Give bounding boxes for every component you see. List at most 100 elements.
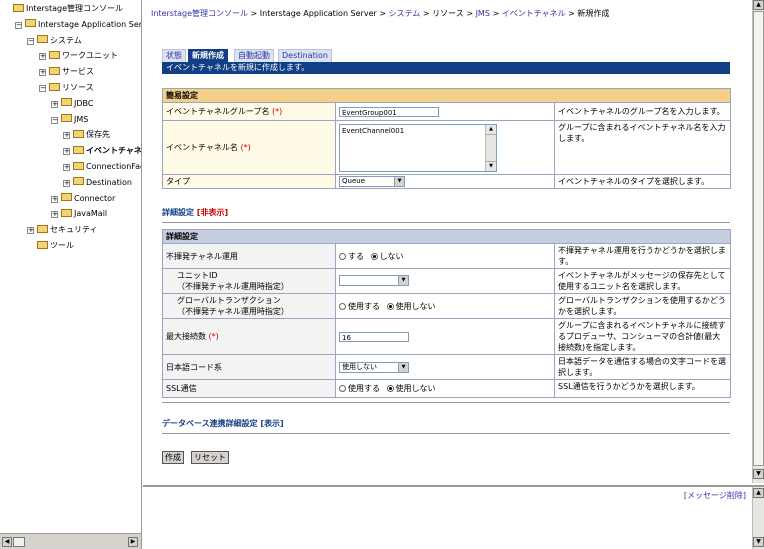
scroll-up-icon[interactable]: ▲	[753, 0, 764, 10]
breadcrumb-system[interactable]: システム	[389, 9, 421, 18]
global-transaction-label: グローバルトランザクション （不揮発チャネル運用時指定）	[162, 293, 336, 319]
tree-node[interactable]: Connector	[61, 193, 115, 205]
expand-icon[interactable]: +	[51, 100, 58, 108]
folder-icon	[37, 240, 48, 249]
folder-icon	[73, 145, 84, 154]
tree-node[interactable]: ワークユニット	[49, 50, 118, 62]
tab-status[interactable]: 状態	[162, 49, 186, 62]
tree-node[interactable]: 保存先	[73, 129, 110, 141]
tree-node[interactable]: サービス	[49, 66, 94, 78]
max-connections-input[interactable]: 16	[339, 331, 409, 342]
global-transaction-help: グローバルトランザクションを使用するかどうかを選択します。	[554, 293, 731, 319]
tree-node-label: リソース	[62, 83, 94, 92]
create-button[interactable]: 作成	[162, 451, 184, 464]
tree-node[interactable]: Destination	[73, 177, 132, 189]
tree-node-label: システム	[50, 35, 82, 45]
tree-node[interactable]: JMS	[61, 114, 88, 126]
max-connections-help: グループに含まれるイベントチャネルに接続するプロデューサ、コンシューマの合計値(…	[554, 318, 731, 355]
channel-name-textarea[interactable]: EventChannel001 ▲ ▼	[339, 123, 497, 172]
tree-node-label: JavaMail	[74, 209, 108, 219]
scroll-up-icon[interactable]: ▲	[486, 125, 496, 135]
folder-icon	[25, 19, 36, 28]
collapse-icon[interactable]: −	[15, 21, 22, 29]
max-connections-label: 最大接続数 (*)	[162, 318, 336, 355]
jcode-help: 日本語データを通信する場合の文字コードを選択します。	[554, 354, 731, 380]
expand-icon[interactable]: +	[51, 211, 58, 219]
volatile-no-radio[interactable]	[370, 252, 378, 260]
breadcrumb-console[interactable]: Interstage管理コンソール	[151, 9, 248, 18]
expand-icon[interactable]: +	[51, 195, 58, 203]
breadcrumb-resource: リソース	[432, 9, 464, 18]
tab-autostart[interactable]: 自動起動	[234, 49, 274, 62]
expand-icon[interactable]: +	[63, 179, 70, 187]
tab-create[interactable]: 新規作成	[188, 49, 228, 62]
tree-node[interactable]: ツール	[37, 240, 74, 252]
tree-node[interactable]: イベントチャネ	[73, 145, 142, 157]
expand-icon[interactable]: +	[63, 148, 70, 156]
folder-icon	[61, 98, 72, 107]
breadcrumb-event-channel[interactable]: イベントチャネル	[502, 9, 566, 18]
breadcrumb-jms[interactable]: JMS	[476, 9, 490, 18]
tree-node[interactable]: Interstage管理コンソール	[13, 3, 123, 15]
gtx-nouse-radio[interactable]	[386, 302, 394, 310]
breadcrumb-sep: >	[466, 9, 474, 18]
gtx-use-radio[interactable]	[339, 302, 346, 310]
scroll-down-icon[interactable]: ▼	[753, 469, 764, 479]
tree-node[interactable]: JDBC	[61, 98, 93, 110]
scroll-left-icon[interactable]: ◀	[2, 537, 12, 547]
expand-icon[interactable]: +	[63, 164, 70, 171]
type-select[interactable]: Queue ▼	[339, 176, 405, 187]
tree-node[interactable]: ConnectionFac	[73, 161, 142, 173]
expand-icon[interactable]: +	[63, 132, 70, 140]
jcode-select[interactable]: 使用しない ▼	[339, 361, 409, 373]
type-help: イベントチャネルのタイプを選択します。	[554, 174, 731, 189]
ssl-nouse-radio[interactable]	[386, 385, 394, 392]
divider	[162, 402, 730, 403]
message-scrollbar[interactable]: ▲ ▼	[752, 487, 764, 549]
folder-icon	[73, 177, 84, 186]
scroll-right-icon[interactable]: ▶	[128, 537, 138, 547]
volatile-help: 不揮発チャネル運用を行うかどうかを選択します。	[554, 243, 731, 269]
tree-node[interactable]: JavaMail	[61, 208, 107, 220]
hide-detail-link[interactable]: [非表示]	[197, 208, 228, 217]
tree-node[interactable]: システム	[37, 35, 82, 47]
main-scroll-thumb[interactable]	[753, 11, 764, 466]
breadcrumb-current: 新規作成	[577, 9, 610, 18]
jcode-label: 日本語コード系	[162, 354, 336, 380]
db-settings-toggle: データベース連携詳細設定 [表示]	[162, 419, 284, 428]
tree-scroll-thumb[interactable]	[13, 537, 25, 547]
tree-node-label: セキュリティ	[50, 225, 98, 235]
textarea-scrollbar[interactable]: ▲ ▼	[485, 124, 496, 171]
simple-settings-header: 簡易設定	[162, 88, 731, 103]
expand-icon[interactable]: +	[27, 227, 34, 235]
expand-icon[interactable]: +	[39, 53, 46, 61]
scroll-down-icon[interactable]: ▼	[486, 160, 496, 171]
ssl-use-radio[interactable]	[339, 385, 346, 392]
scroll-up-icon[interactable]: ▲	[753, 488, 764, 498]
clear-messages-link[interactable]: [メッセージ削除]	[684, 490, 746, 501]
tree-node-label: ConnectionFac	[86, 162, 142, 171]
collapse-icon[interactable]: −	[39, 85, 46, 92]
tree-horizontal-scrollbar[interactable]: ◀ ▶	[0, 533, 141, 549]
tab-destination[interactable]: Destination	[278, 49, 332, 62]
tree-node-label: イベントチャネ	[86, 146, 142, 156]
simple-settings-table: 簡易設定 イベントチャネルグループ名 (*) EventGroup001 イベン…	[162, 88, 731, 189]
folder-icon	[49, 66, 60, 75]
channel-name-label: イベントチャネル名 (*)	[162, 120, 336, 175]
expand-icon[interactable]: +	[39, 69, 46, 77]
volatile-yes-radio[interactable]	[339, 252, 346, 260]
unit-id-select[interactable]: ▼	[339, 274, 409, 286]
main-vertical-scrollbar[interactable]: ▲ ▼	[752, 0, 764, 483]
tree-node[interactable]: リソース	[49, 82, 94, 94]
collapse-icon[interactable]: −	[51, 116, 58, 124]
folder-icon	[61, 208, 72, 217]
tree-node-label: ツール	[50, 241, 74, 250]
tree-node[interactable]: セキュリティ	[37, 224, 98, 236]
scroll-down-icon[interactable]: ▼	[753, 537, 764, 547]
collapse-icon[interactable]: −	[27, 37, 34, 45]
tree-node[interactable]: Interstage Application Server	[25, 19, 141, 31]
group-name-input[interactable]: EventGroup001	[339, 106, 439, 117]
chevron-down-icon: ▼	[394, 177, 404, 186]
show-db-settings-link[interactable]: [表示]	[260, 419, 283, 428]
reset-button[interactable]: リセット	[191, 451, 229, 464]
